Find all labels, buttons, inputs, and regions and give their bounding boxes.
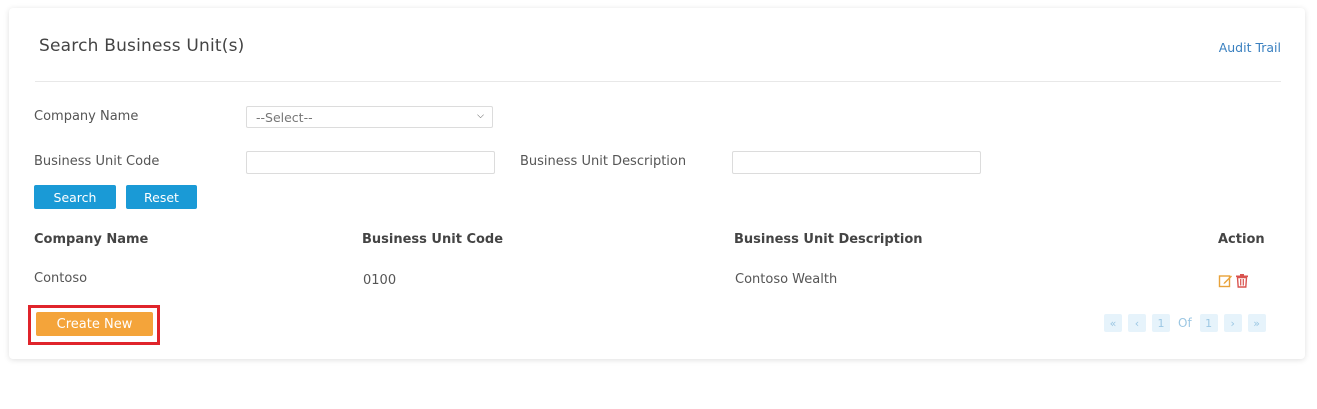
company-select-value: --Select-- bbox=[256, 110, 313, 125]
first-page-button[interactable]: « bbox=[1104, 314, 1122, 332]
bu-code-input[interactable] bbox=[246, 151, 495, 174]
header-bu-description: Business Unit Description bbox=[734, 232, 923, 247]
search-button[interactable]: Search bbox=[34, 185, 116, 209]
header-divider bbox=[35, 81, 1281, 82]
company-name-select[interactable]: --Select-- ⌵ bbox=[246, 106, 493, 128]
chevron-down-icon: ⌵ bbox=[477, 111, 484, 121]
bu-code-label: Business Unit Code bbox=[34, 154, 160, 169]
bu-description-label: Business Unit Description bbox=[520, 154, 687, 169]
cell-bu-code: 0100 bbox=[363, 273, 397, 288]
audit-trail-link[interactable]: Audit Trail bbox=[1219, 40, 1281, 55]
row-actions bbox=[1218, 273, 1249, 292]
current-page: 1 bbox=[1152, 314, 1170, 332]
cell-bu-description: Contoso Wealth bbox=[735, 272, 838, 287]
reset-button[interactable]: Reset bbox=[126, 185, 197, 209]
header-company-name: Company Name bbox=[34, 232, 149, 247]
page-of-label: Of bbox=[1178, 316, 1192, 330]
company-name-label: Company Name bbox=[34, 109, 139, 124]
header-action: Action bbox=[1218, 232, 1265, 247]
pagination: « ‹ 1 Of 1 › » bbox=[1104, 314, 1266, 332]
create-new-highlight: Create New bbox=[28, 305, 160, 345]
cell-company: Contoso bbox=[34, 271, 88, 286]
next-page-button[interactable]: › bbox=[1223, 314, 1242, 332]
search-card: Search Business Unit(s) Audit Trail Comp… bbox=[9, 8, 1305, 359]
last-page-button[interactable]: » bbox=[1247, 314, 1266, 332]
delete-icon[interactable] bbox=[1235, 273, 1249, 292]
header-bu-code: Business Unit Code bbox=[362, 232, 504, 247]
total-pages: 1 bbox=[1199, 314, 1218, 332]
create-new-button[interactable]: Create New bbox=[36, 312, 153, 336]
edit-icon[interactable] bbox=[1218, 273, 1233, 292]
prev-page-button[interactable]: ‹ bbox=[1128, 314, 1146, 332]
bu-description-input[interactable] bbox=[732, 151, 981, 174]
page-title: Search Business Unit(s) bbox=[39, 36, 245, 56]
